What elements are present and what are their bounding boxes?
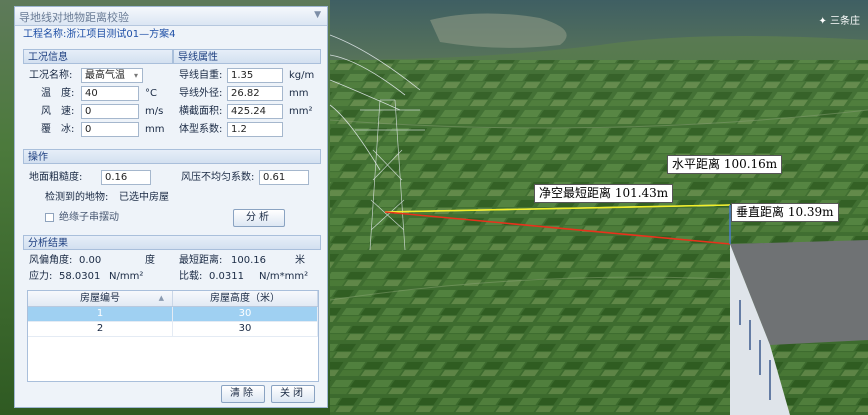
conductor-diameter-unit: mm — [289, 88, 309, 99]
ratio-label: 比载: — [179, 271, 203, 282]
stress-unit: N/mm² — [109, 271, 144, 282]
panel-titlebar[interactable]: 导地线对地物距离校验 ▼ — [15, 7, 327, 26]
wind-angle-value: 0.00 — [79, 255, 102, 266]
stress-value: 58.0301 — [59, 271, 101, 282]
vertical-distance-label: 垂直距离 10.39m — [731, 203, 839, 222]
conductor-diameter-field[interactable]: 26.82 — [227, 86, 283, 101]
clear-button[interactable]: 清除 — [221, 385, 265, 403]
cell-building-height: 30 — [173, 322, 318, 336]
cell-building-id: 2 — [28, 322, 173, 336]
cross-section-label: 横截面积: — [179, 106, 223, 117]
panel-title: 导地线对地物距离校验 — [19, 11, 129, 24]
table-row[interactable]: 2 30 — [28, 322, 318, 337]
roughness-label: 地面粗糙度: — [29, 172, 83, 183]
shape-coef-field[interactable]: 1.2 — [227, 122, 283, 137]
close-button[interactable]: 关闭 — [271, 385, 315, 403]
ratio-value: 0.0311 — [209, 271, 244, 282]
clearance-distance-label: 净空最短距离 101.43m — [534, 184, 674, 203]
column-header-height[interactable]: 房屋高度（米） — [173, 291, 318, 306]
wind-speed-unit: m/s — [145, 106, 164, 117]
min-distance-value: 100.16 — [231, 255, 266, 266]
temperature-field[interactable]: 40 — [81, 86, 139, 101]
insulator-swing-checkbox[interactable] — [45, 213, 54, 222]
table-row[interactable]: 1 30 — [28, 307, 318, 322]
temperature-label: 温 度: — [41, 88, 75, 99]
wind-speed-label: 风 速: — [41, 106, 75, 117]
insulator-swing-label: 绝缘子串摆动 — [59, 212, 119, 223]
column-header-id[interactable]: 房屋编号 ▲ — [28, 291, 173, 306]
condition-name-label: 工况名称: — [29, 70, 73, 81]
stress-label: 应力: — [29, 271, 53, 282]
condition-section-header: 工况信息 — [23, 49, 173, 64]
wind-angle-label: 风偏角度: — [29, 255, 73, 266]
cell-building-id: 1 — [28, 307, 173, 321]
cell-building-height: 30 — [173, 307, 318, 321]
wind-angle-unit: 度 — [145, 255, 155, 266]
ice-label: 覆 冰: — [41, 124, 75, 135]
shape-coef-label: 体型系数: — [179, 124, 223, 135]
temperature-unit: °C — [145, 88, 157, 99]
chevron-down-icon: ▾ — [133, 71, 138, 80]
ratio-unit: N/m*mm² — [259, 271, 309, 282]
detected-object-label: 检测到的地物: — [45, 192, 109, 203]
wind-coef-label: 风压不均匀系数: — [181, 172, 255, 183]
conductor-diameter-label: 导线外径: — [179, 88, 223, 99]
cross-section-unit: mm² — [289, 106, 313, 117]
wind-speed-field[interactable]: 0 — [81, 104, 139, 119]
results-section-header: 分析结果 — [23, 235, 321, 250]
detected-object-value: 已选中房屋 — [119, 192, 169, 203]
min-distance-label: 最短距离: — [179, 255, 223, 266]
cross-section-field[interactable]: 425.24 — [227, 104, 283, 119]
project-name: 浙江项目测试01—方案4 — [66, 29, 176, 40]
min-distance-unit: 米 — [295, 255, 305, 266]
panel-dropdown-icon[interactable]: ▼ — [314, 10, 321, 20]
conductor-weight-field[interactable]: 1.35 — [227, 68, 283, 83]
conductor-section-header: 导线属性 — [173, 49, 321, 64]
sort-up-icon: ▲ — [158, 294, 164, 302]
conductor-weight-label: 导线自重: — [179, 70, 223, 81]
ice-field[interactable]: 0 — [81, 122, 139, 137]
project-label: 工程名称: — [23, 29, 67, 40]
condition-name-select[interactable]: 最高气温 ▾ — [81, 68, 143, 83]
compass-label: ✦ 三条庄 — [818, 16, 860, 27]
operation-section-header: 操作 — [23, 149, 321, 164]
table-header: 房屋编号 ▲ 房屋高度（米） — [28, 291, 318, 307]
column-header-id-text: 房屋编号 — [80, 293, 120, 304]
conductor-weight-unit: kg/m — [289, 70, 315, 81]
analyze-button[interactable]: 分析 — [233, 209, 285, 227]
ice-unit: mm — [145, 124, 165, 135]
project-row: 工程名称:浙江项目测试01—方案4 — [15, 26, 327, 43]
building-table[interactable]: 房屋编号 ▲ 房屋高度（米） 1 30 2 30 — [27, 290, 319, 382]
condition-name-value: 最高气温 — [85, 70, 125, 81]
clearance-check-panel: 导地线对地物距离校验 ▼ 工程名称:浙江项目测试01—方案4 工况信息 导线属性… — [14, 6, 328, 408]
horizontal-distance-label: 水平距离 100.16m — [667, 155, 783, 174]
wind-coef-field[interactable]: 0.61 — [259, 170, 309, 185]
roughness-field[interactable]: 0.16 — [101, 170, 151, 185]
